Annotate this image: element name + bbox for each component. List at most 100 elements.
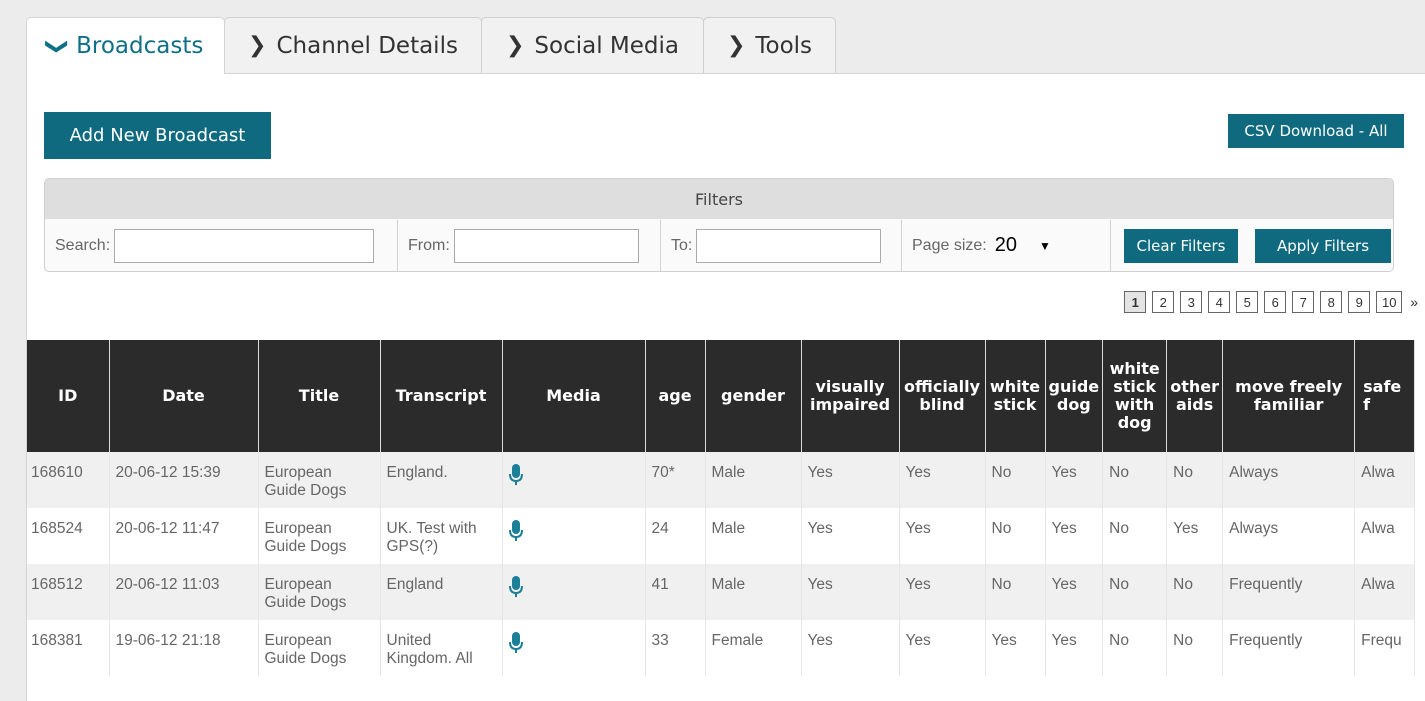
column-header[interactable]: white stick with dog (1102, 340, 1168, 452)
next-pages-link[interactable]: » (1410, 294, 1418, 310)
cell-text: UK. Test with GPS(?) (386, 520, 477, 555)
cell-text: Yes (905, 632, 931, 649)
cell-text: No (1109, 520, 1129, 537)
cell-move-freely: Always (1222, 452, 1356, 508)
microphone-icon[interactable] (508, 632, 641, 654)
page-link[interactable]: 3 (1180, 291, 1203, 313)
cell-visually-impaired: Yes (801, 564, 900, 620)
page-link[interactable]: 7 (1292, 291, 1315, 313)
column-header[interactable]: Transcript (380, 340, 503, 452)
microphone-icon[interactable] (508, 464, 641, 486)
cell-age: 24 (645, 508, 706, 564)
cell-other-aids: Yes (1166, 508, 1224, 564)
cell-text: Yes (1051, 520, 1077, 537)
cell-age: 41 (645, 564, 706, 620)
page-link[interactable]: 10 (1376, 291, 1403, 313)
search-input[interactable] (114, 228, 375, 263)
microphone-icon[interactable] (508, 520, 641, 542)
column-header[interactable]: other aids (1166, 340, 1224, 452)
cell-white-stick: No (985, 564, 1046, 620)
pagination-pages: 1 2 3 4 5 6 7 8 9 10 (1118, 291, 1403, 313)
cell-id: 168381 (27, 620, 110, 676)
column-header[interactable]: Media (502, 340, 646, 452)
cell-text: United Kingdom. All (386, 632, 473, 667)
cell-safe: Alwa (1354, 508, 1416, 564)
page-link[interactable]: 9 (1348, 291, 1371, 313)
cell-white-stick: No (985, 452, 1046, 508)
cell-text: No (1109, 632, 1129, 649)
column-header[interactable]: gender (705, 340, 802, 452)
tab-tools[interactable]: ❯ Tools (703, 17, 836, 73)
table-row[interactable]: 168524 20-06-12 11:47 European Guide Dogs U… (27, 508, 1416, 564)
tab-label: Channel Details (276, 32, 458, 59)
tab-social-media[interactable]: ❯ Social Media (481, 17, 704, 73)
page-link[interactable]: 6 (1264, 291, 1287, 313)
page-link[interactable]: 5 (1236, 291, 1259, 313)
table-row[interactable]: 168512 20-06-12 11:03 European Guide Dogs E… (27, 564, 1416, 620)
cell-text: Frequently (1229, 576, 1303, 593)
column-header[interactable]: move freely familiar (1222, 340, 1356, 452)
column-header[interactable]: guide dog (1045, 340, 1104, 452)
pagesize-label: Page size: (912, 236, 987, 254)
cell-text: 168512 (31, 576, 83, 593)
cell-text: European Guide Dogs (264, 520, 347, 555)
from-date-input[interactable] (453, 228, 639, 263)
column-header[interactable]: visually impaired (801, 340, 900, 452)
search-label: Search: (55, 236, 111, 254)
page-link[interactable]: 8 (1320, 291, 1343, 313)
cell-title: European Guide Dogs (258, 452, 381, 508)
cell-visually-impaired: Yes (801, 508, 900, 564)
table-row[interactable]: 168381 19-06-12 21:18 European Guide Dogs U… (27, 620, 1416, 676)
column-header[interactable]: ID (27, 340, 110, 452)
chevron-right-icon: ❯ (505, 33, 525, 58)
cell-other-aids: No (1166, 564, 1224, 620)
page-link[interactable]: 1 (1124, 291, 1147, 313)
cell-text: England (386, 576, 444, 593)
cell-id: 168512 (27, 564, 110, 620)
cell-transcript: England. (380, 452, 503, 508)
cell-text: No (1173, 632, 1193, 649)
cell-text: Yes (905, 520, 931, 537)
page-link[interactable]: 2 (1152, 291, 1175, 313)
tab-channel-details[interactable]: ❯ Channel Details (224, 17, 482, 73)
apply-filters-button[interactable]: Apply Filters (1255, 229, 1391, 263)
cell-text: 41 (651, 576, 669, 593)
cell-text: Yes (1051, 576, 1077, 593)
add-new-broadcast-button[interactable]: Add New Broadcast (44, 112, 271, 159)
cell-gender: Male (705, 564, 802, 620)
filters-row: Search: From: To: Page size: 20 ▼ Clear … (45, 220, 1393, 271)
cell-text: No (1109, 576, 1129, 593)
cell-text: 24 (651, 520, 669, 537)
to-date-input[interactable] (696, 228, 882, 263)
column-header[interactable]: safe f (1354, 340, 1416, 452)
cell-text: 168610 (31, 464, 83, 481)
pagesize-select[interactable]: 20 ▼ (995, 234, 1051, 257)
column-header[interactable]: Date (109, 340, 259, 452)
cell-date: 20-06-12 11:03 (109, 564, 259, 620)
cell-text: European Guide Dogs (264, 576, 347, 611)
microphone-icon[interactable] (508, 576, 641, 598)
pagesize-value: 20 (994, 234, 1017, 256)
cell-white-stick: Yes (985, 620, 1046, 676)
cell-text: Alwa (1361, 520, 1395, 537)
cell-other-aids: No (1166, 620, 1224, 676)
csv-download-all-button[interactable]: CSV Download - All (1228, 114, 1404, 148)
cell-text: Male (711, 464, 746, 481)
clear-filters-button[interactable]: Clear Filters (1124, 229, 1238, 263)
tab-broadcasts[interactable]: ❯ Broadcasts (26, 17, 225, 74)
cell-text: Yes (807, 576, 833, 593)
cell-text: Yes (905, 576, 931, 593)
cell-title: European Guide Dogs (258, 620, 381, 676)
column-header[interactable]: age (645, 340, 706, 452)
cell-gender: Male (705, 452, 802, 508)
column-header[interactable]: Title (258, 340, 381, 452)
cell-date: 19-06-12 21:18 (109, 620, 259, 676)
page-link[interactable]: 4 (1208, 291, 1231, 313)
cell-gender: Female (705, 620, 802, 676)
cell-stick-with-dog: No (1102, 620, 1168, 676)
cell-text: Yes (1173, 520, 1199, 537)
tab-label: Tools (755, 32, 813, 59)
column-header[interactable]: white stick (985, 340, 1046, 452)
table-row[interactable]: 168610 20-06-12 15:39 European Guide Dogs E… (27, 452, 1416, 508)
column-header[interactable]: officially blind (899, 340, 986, 452)
